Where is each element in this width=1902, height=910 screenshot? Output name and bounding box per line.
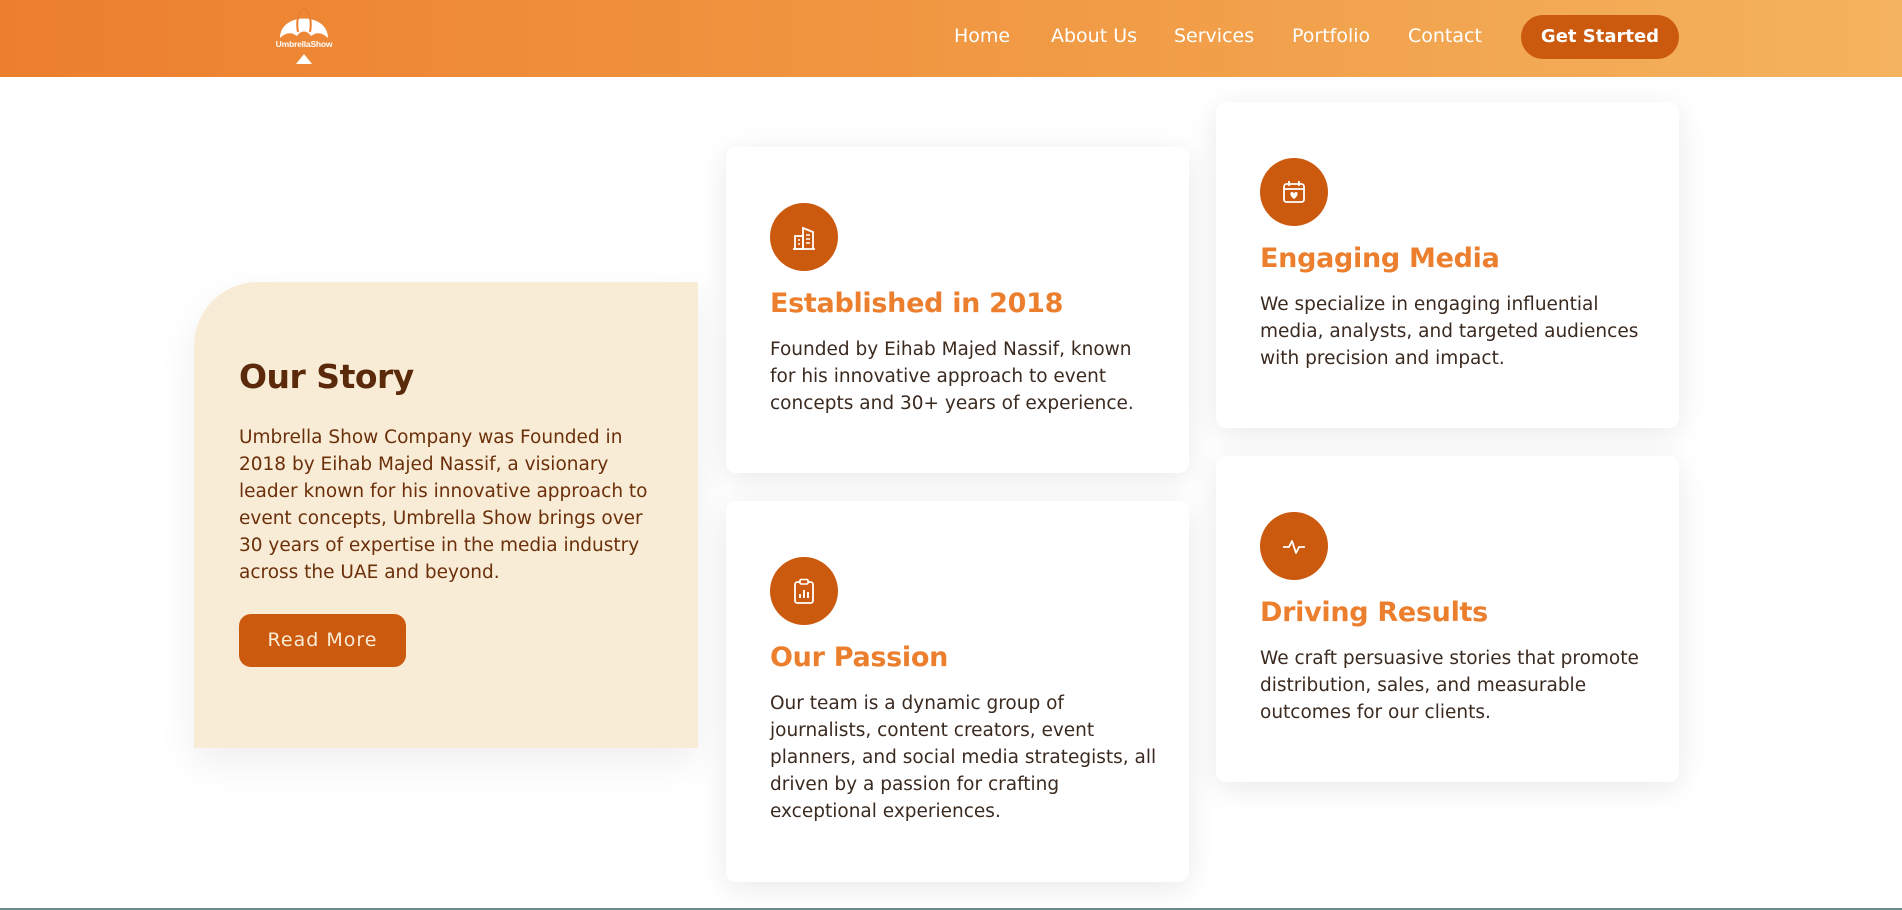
story-title: Our Story	[239, 357, 414, 396]
card-title: Driving Results	[1260, 597, 1488, 628]
logo[interactable]: UmbrellaShow	[268, 2, 340, 66]
card-title: Established in 2018	[770, 288, 1064, 319]
card-title: Engaging Media	[1260, 243, 1500, 274]
card-text: Our team is a dynamic group of journalis…	[770, 693, 1157, 822]
card-text: We craft persuasive stories that promote…	[1260, 648, 1639, 723]
card-text: Founded by Eihab Majed Nassif, known for…	[770, 339, 1134, 414]
calendar-heart-icon	[1260, 158, 1328, 226]
nav-about-us[interactable]: About Us	[1051, 25, 1137, 51]
card-text: We specialize in engaging influential me…	[1260, 294, 1639, 369]
read-more-button[interactable]: Read More	[239, 614, 406, 667]
card-our-passion: Our Passion Our team is a dynamic group …	[726, 501, 1189, 882]
umbrella-logo-icon	[280, 7, 328, 64]
card-title: Our Passion	[770, 642, 949, 673]
story-text: Umbrella Show Company was Founded in 201…	[239, 427, 648, 583]
activity-icon	[1260, 512, 1328, 580]
nav-contact[interactable]: Contact	[1408, 25, 1482, 51]
building-icon	[770, 203, 838, 271]
card-driving-results: Driving Results We craft persuasive stor…	[1216, 456, 1679, 782]
logo-text: UmbrellaShow	[275, 39, 333, 49]
site-header: UmbrellaShow Home About Us Services Port…	[0, 0, 1902, 77]
card-established: Established in 2018 Founded by Eihab Maj…	[726, 147, 1189, 473]
our-story-card: Our Story Umbrella Show Company was Foun…	[194, 282, 698, 748]
nav-home[interactable]: Home	[954, 25, 1010, 51]
nav-services[interactable]: Services	[1174, 25, 1254, 51]
clipboard-chart-icon	[770, 557, 838, 625]
get-started-button[interactable]: Get Started	[1521, 15, 1679, 59]
card-engaging-media: Engaging Media We specialize in engaging…	[1216, 102, 1679, 428]
nav-portfolio[interactable]: Portfolio	[1292, 25, 1370, 51]
